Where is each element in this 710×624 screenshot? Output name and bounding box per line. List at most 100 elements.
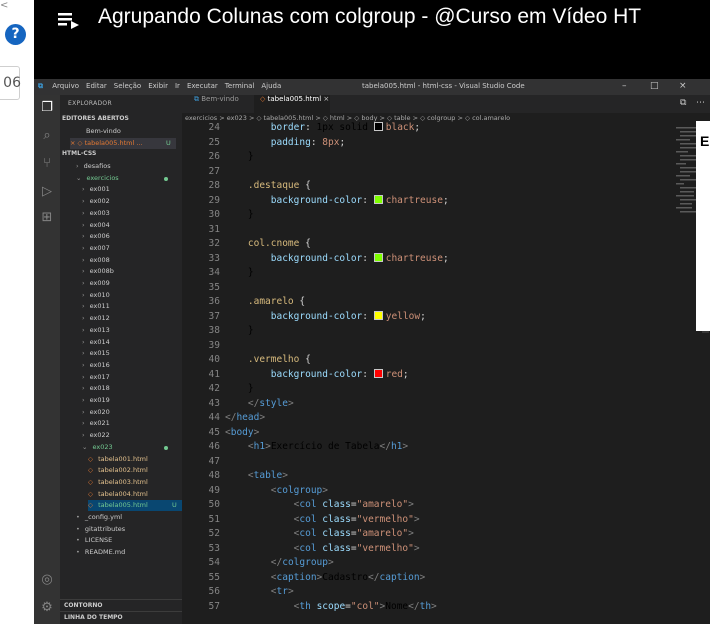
search-icon[interactable]: ⌕	[38, 127, 56, 145]
video-title[interactable]: Agrupando Colunas com colgroup - @Curso …	[98, 5, 641, 29]
file-tree-item[interactable]: › ex021	[82, 418, 182, 429]
file-tree-item[interactable]: › ex014	[82, 337, 182, 348]
workspace-section[interactable]: HTML-CSS	[62, 150, 96, 157]
minimize-button[interactable]: –	[622, 81, 627, 91]
account-icon[interactable]: ◎	[38, 571, 56, 589]
maximize-button[interactable]: □	[650, 81, 659, 91]
file-tree-item[interactable]: • gitattributes	[76, 524, 182, 535]
code-line[interactable]: 40 .vermelho {	[182, 353, 710, 368]
file-tree-item[interactable]: › ex002	[82, 196, 182, 207]
code-line[interactable]: 46 <h1>Exercício de Tabela</h1>	[182, 440, 710, 455]
code-line[interactable]: 26 }	[182, 150, 710, 165]
menu-item[interactable]: Executar	[187, 82, 218, 90]
file-tree-item[interactable]: › ex007	[82, 243, 182, 254]
code-line[interactable]: 30 }	[182, 208, 710, 223]
video-player[interactable]: Agrupando Colunas com colgroup - @Curso …	[34, 0, 710, 624]
close-button[interactable]: ×	[679, 81, 687, 91]
file-tree-item[interactable]: › ex015	[82, 348, 182, 359]
timeline-section[interactable]: LINHA DO TEMPO	[60, 611, 186, 623]
code-line[interactable]: 50 <col class="amarelo">	[182, 498, 710, 513]
playlist-icon[interactable]	[58, 8, 80, 30]
extensions-icon[interactable]: ⊞	[38, 209, 56, 227]
file-tree-item[interactable]: › ex004	[82, 220, 182, 231]
code-line[interactable]: 32 col.cnome {	[182, 237, 710, 252]
code-line[interactable]: 47	[182, 455, 710, 470]
explorer-icon[interactable]: ❐	[38, 99, 56, 117]
file-tree-item[interactable]: › ex008	[82, 255, 182, 266]
open-editor-item[interactable]: × ◇ tabela005.html ... U	[70, 138, 176, 149]
file-tree-item[interactable]: ◇ tabela002.html	[88, 465, 182, 476]
file-tree-item[interactable]: › ex003	[82, 208, 182, 219]
menu-item[interactable]: Terminal	[225, 82, 255, 90]
code-line[interactable]: 36 .amarelo {	[182, 295, 710, 310]
menu-item[interactable]: Ajuda	[261, 82, 281, 90]
file-tree-item[interactable]: › ex020	[82, 407, 182, 418]
code-line[interactable]: 39	[182, 339, 710, 354]
file-tree-item[interactable]: • _config.yml	[76, 512, 182, 523]
code-line[interactable]: 43 </style>	[182, 397, 710, 412]
code-line[interactable]: 29 background-color: chartreuse;	[182, 194, 710, 209]
menu-item[interactable]: Exibir	[148, 82, 168, 90]
open-editors-section[interactable]: EDITORES ABERTOS	[62, 115, 129, 122]
file-tree-item[interactable]: › ex001	[82, 184, 182, 195]
file-tree-item[interactable]: › desafios	[76, 161, 182, 172]
tab-close-icon[interactable]: ×	[321, 95, 329, 103]
file-tree-item[interactable]: › ex017	[82, 372, 182, 383]
tab-tabela005[interactable]: ◇ tabela005.html ×	[254, 95, 330, 113]
settings-gear-icon[interactable]: ⚙	[38, 599, 56, 617]
file-tree-item[interactable]: › ex012	[82, 313, 182, 324]
file-tree-item[interactable]: › ex016	[82, 360, 182, 371]
menu-item[interactable]: Editar	[86, 82, 107, 90]
source-control-icon[interactable]: ⑂	[38, 155, 56, 173]
file-tree-item[interactable]: › ex022	[82, 430, 182, 441]
file-tree-item[interactable]: ⌄ exercicios	[76, 173, 182, 184]
code-line[interactable]: 27	[182, 165, 710, 180]
open-editor-item[interactable]: Bem-vindo	[86, 126, 176, 137]
code-line[interactable]: 33 background-color: chartreuse;	[182, 252, 710, 267]
code-line[interactable]: 31	[182, 223, 710, 238]
file-tree-item[interactable]: • README.md	[76, 547, 182, 558]
code-line[interactable]: 37 background-color: yellow;	[182, 310, 710, 325]
outline-section[interactable]: CONTORNO	[60, 599, 186, 611]
file-tree-item[interactable]: • LICENSE	[76, 535, 182, 546]
tab-welcome[interactable]: ⧉ Bem-vindo	[188, 95, 254, 113]
menu-item[interactable]: Seleção	[114, 82, 141, 90]
code-line[interactable]: 57 <th scope="col">Nome</th>	[182, 600, 710, 615]
more-actions-icon[interactable]: ⋯	[696, 98, 705, 108]
file-tree-item[interactable]: ⌄ ex023	[82, 442, 182, 453]
menu-item[interactable]: Arquivo	[52, 82, 79, 90]
help-icon[interactable]: ?	[5, 24, 26, 45]
code-line[interactable]: 34 }	[182, 266, 710, 281]
file-tree-item[interactable]: › ex013	[82, 325, 182, 336]
code-line[interactable]: 35	[182, 281, 710, 296]
split-editor-icon[interactable]: ⧉	[680, 98, 686, 108]
partial-number-field[interactable]: 06	[0, 66, 21, 100]
run-debug-icon[interactable]: ▷	[38, 183, 56, 201]
file-tree-item[interactable]: › ex006	[82, 231, 182, 242]
code-line[interactable]: 38 }	[182, 324, 710, 339]
file-tree-item[interactable]: ◇ tabela005.html U	[88, 500, 182, 512]
code-line[interactable]: 51 <col class="vermelho">	[182, 513, 710, 528]
code-line[interactable]: 56 <tr>	[182, 585, 710, 600]
file-tree-item[interactable]: ◇ tabela001.html	[88, 454, 182, 465]
code-line[interactable]: 41 background-color: red;	[182, 368, 710, 383]
menu-item[interactable]: Ir	[175, 82, 180, 90]
code-line[interactable]: 53 <col class="vermelho">	[182, 542, 710, 557]
file-tree-item[interactable]: › ex009	[82, 278, 182, 289]
code-line[interactable]: 54 </colgroup>	[182, 556, 710, 571]
code-line[interactable]: 48 <table>	[182, 469, 710, 484]
file-tree-item[interactable]: › ex010	[82, 290, 182, 301]
code-line[interactable]: 25 padding: 8px;	[182, 136, 710, 151]
file-tree-item[interactable]: › ex019	[82, 395, 182, 406]
file-tree-item[interactable]: › ex018	[82, 383, 182, 394]
editor-area[interactable]: ⧉ Bem-vindo ◇ tabela005.html × ⧉ ⋯ exerc…	[182, 95, 710, 624]
code-line[interactable]: 55 <caption>Cadastro</caption>	[182, 571, 710, 586]
code-line[interactable]: 52 <col class="amarelo">	[182, 527, 710, 542]
code-line[interactable]: 42 }	[182, 382, 710, 397]
code-line[interactable]: 45 <body>	[182, 426, 710, 441]
file-tree-item[interactable]: › ex011	[82, 301, 182, 312]
file-tree-item[interactable]: › ex008b	[82, 266, 182, 277]
file-tree-item[interactable]: ◇ tabela003.html	[88, 477, 182, 488]
code-line[interactable]: 44 </head>	[182, 411, 710, 426]
code-line[interactable]: 49 <colgroup>	[182, 484, 710, 499]
